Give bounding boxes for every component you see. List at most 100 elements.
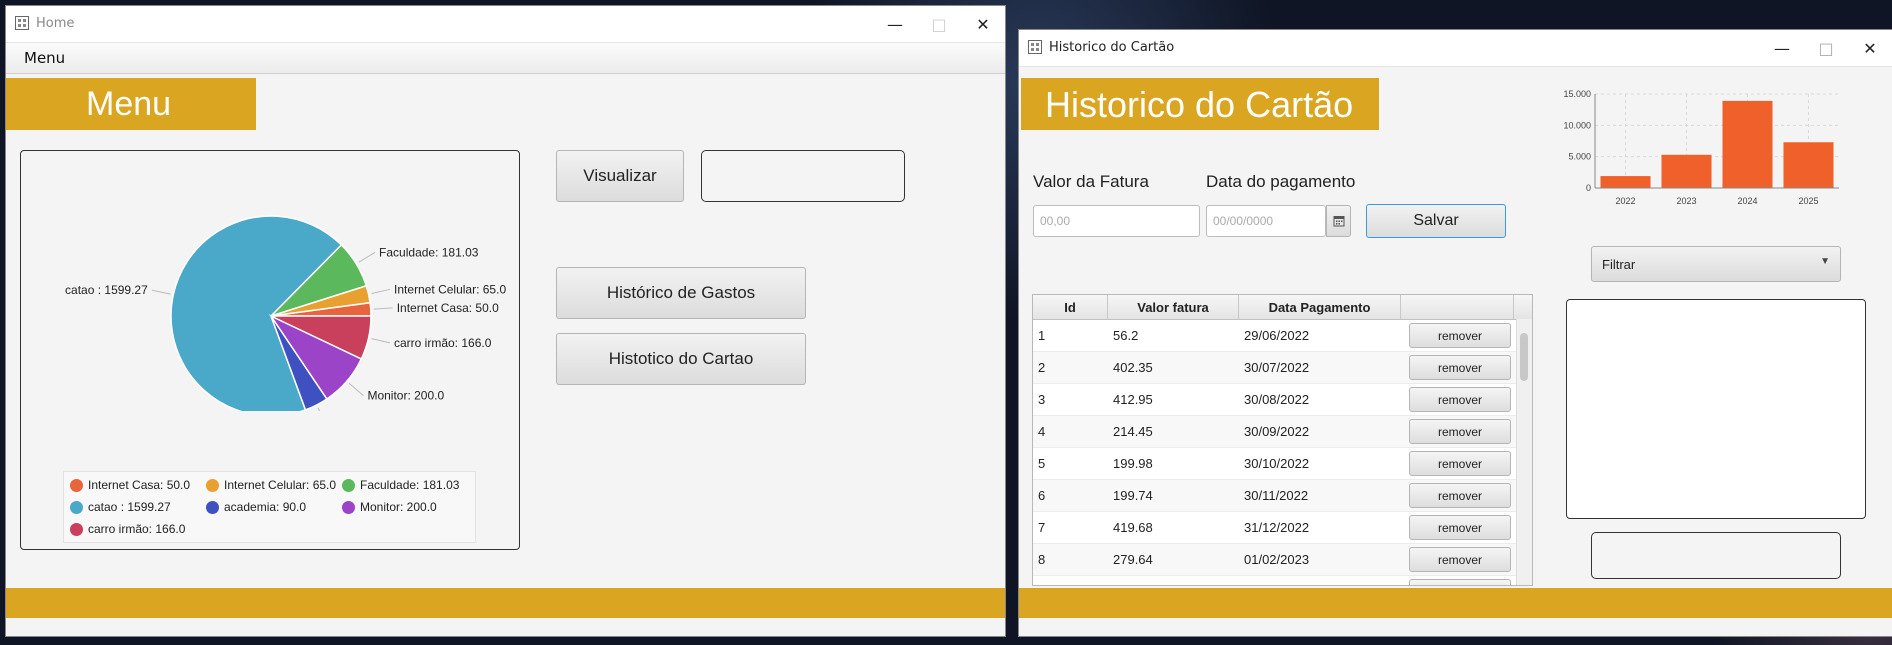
maximize-button[interactable]: □ <box>917 6 961 42</box>
filtrar-select[interactable]: Filtrar ▼ <box>1591 246 1841 282</box>
pie-slice-label: catao : 1599.27 <box>65 283 148 297</box>
pie-label-leader <box>373 307 393 310</box>
cell-valor: 199.74 <box>1113 488 1153 503</box>
legend-label: Internet Casa: 50.0 <box>88 478 191 492</box>
valor-fatura-input[interactable]: 00,00 <box>1033 205 1200 237</box>
home-window: Home — □ ✕ Menu Menu Internet Casa: 50.0… <box>6 6 1005 636</box>
pie-slice-label: Internet Casa: 50.0 <box>397 301 499 315</box>
y-tick-label: 15.000 <box>1563 89 1591 99</box>
page-banner: Historico do Cartão <box>1021 78 1379 130</box>
cell-valor: 402.35 <box>1113 360 1153 375</box>
close-button[interactable]: ✕ <box>1848 30 1892 66</box>
bar[interactable] <box>1783 142 1834 188</box>
scrollbar-thumb[interactable] <box>1520 333 1528 381</box>
cell-data: 30/09/2022 <box>1244 424 1310 439</box>
cell-data: 30/11/2022 <box>1244 488 1309 503</box>
cell-data: 30/08/2022 <box>1244 392 1310 407</box>
cell-data: 30/07/2022 <box>1244 360 1310 375</box>
legend-item: Internet Celular: 65.0 <box>206 478 336 492</box>
column-header-data[interactable]: Data Pagamento <box>1239 295 1401 319</box>
bar[interactable] <box>1722 100 1773 188</box>
remove-button[interactable]: remover <box>1409 451 1511 476</box>
remove-button[interactable]: remover <box>1409 419 1511 444</box>
remove-button[interactable]: remover <box>1409 323 1511 348</box>
cell-data: 31/12/2022 <box>1244 520 1310 535</box>
cell-valor: 419.68 <box>1113 520 1153 535</box>
x-tick-label: 2024 <box>1737 196 1757 206</box>
remove-button[interactable]: remover <box>1409 579 1511 585</box>
historico-cartao-button[interactable]: Histotico do Cartao <box>556 333 806 385</box>
cell-actions: remover <box>1401 384 1514 415</box>
close-button[interactable]: ✕ <box>961 6 1005 42</box>
bar[interactable] <box>1600 176 1651 188</box>
salvar-button[interactable]: Salvar <box>1366 204 1506 238</box>
table-row[interactable]: 1 56.2 29/06/2022 remover <box>1033 320 1532 352</box>
table-row[interactable]: 7 419.68 31/12/2022 remover <box>1033 512 1532 544</box>
cell-actions: remover <box>1401 320 1514 351</box>
cell-actions: remover <box>1401 576 1514 585</box>
remove-button[interactable]: remover <box>1409 355 1511 380</box>
legend-item: Faculdade: 181.03 <box>342 478 459 492</box>
visualizar-button[interactable]: Visualizar <box>556 150 684 202</box>
legend-swatch <box>70 478 83 492</box>
table-row[interactable]: 5 199.98 30/10/2022 remover <box>1033 448 1532 480</box>
table-row[interactable]: 9317.8927/02/2023 remover <box>1033 576 1532 585</box>
legend-label: carro irmão: 166.0 <box>88 522 186 536</box>
cell-id: 9 <box>1033 576 1108 585</box>
table-row[interactable]: 6 199.74 30/11/2022 remover <box>1033 480 1532 512</box>
window-title: Home <box>36 16 75 31</box>
historico-gastos-button[interactable]: Histórico de Gastos <box>556 267 806 319</box>
table-row[interactable]: 8 279.64 01/02/2023 remover <box>1033 544 1532 576</box>
pie-label-leader <box>358 251 376 263</box>
cell-id: 2 <box>1038 360 1046 375</box>
pie-label-leader <box>371 338 391 344</box>
legend-swatch <box>206 500 219 514</box>
y-tick-label: 5.000 <box>1568 152 1591 162</box>
bar-chart: 0 5.000 10.000 15.000 2022 2023 2024 2025 <box>1563 89 1839 206</box>
table-body: 1 56.2 29/06/2022 remover 2 402.35 30/07/2022 r… <box>1033 320 1532 585</box>
cell-id: 6 <box>1038 488 1046 503</box>
cell-valor: 317.89 <box>1108 576 1239 585</box>
info-textarea[interactable] <box>1566 299 1866 519</box>
cell-id: 3 <box>1038 392 1046 407</box>
minimize-button[interactable]: — <box>1760 30 1804 66</box>
pie-label-leader <box>371 288 391 294</box>
column-header-valor[interactable]: Valor fatura <box>1108 295 1239 319</box>
column-header-id[interactable]: Id <box>1033 295 1108 319</box>
y-tick-label: 10.000 <box>1563 120 1591 130</box>
pie-slice-label: Monitor: 200.0 <box>367 389 444 403</box>
pie-slice-label: carro irmão: 166.0 <box>394 336 492 350</box>
table-row[interactable]: 3 412.95 30/08/2022 remover <box>1033 384 1532 416</box>
cell-actions: remover <box>1401 352 1514 383</box>
bar[interactable] <box>1661 154 1712 188</box>
remove-button[interactable]: remover <box>1409 387 1511 412</box>
cell-valor: 412.95 <box>1113 392 1153 407</box>
pie-chart-panel: Internet Casa: 50.0 Internet Celular: 65.… <box>20 150 520 550</box>
result-field[interactable] <box>701 150 905 202</box>
column-header-actions[interactable] <box>1401 295 1514 319</box>
cell-actions: remover <box>1401 416 1514 447</box>
remove-button[interactable]: remover <box>1409 547 1511 572</box>
data-pagamento-input[interactable]: 00/00/0000 <box>1206 205 1326 237</box>
pie-slice-label: Faculdade: 181.03 <box>379 245 479 259</box>
table-row[interactable]: 2 402.35 30/07/2022 remover <box>1033 352 1532 384</box>
table-scrollbar[interactable] <box>1516 319 1532 585</box>
total-field[interactable] <box>1591 532 1841 579</box>
remove-button[interactable]: remover <box>1409 483 1511 508</box>
calendar-button[interactable] <box>1326 205 1351 237</box>
menu-item-menu[interactable]: Menu <box>24 49 65 67</box>
valor-fatura-label: Valor da Fatura <box>1033 172 1149 191</box>
legend-swatch <box>342 478 355 492</box>
x-tick-label: 2022 <box>1615 196 1635 206</box>
x-tick-label: 2023 <box>1676 196 1696 206</box>
cell-id: 8 <box>1038 552 1046 567</box>
pie-slice-label: Internet Celular: 65.0 <box>394 282 506 296</box>
cell-valor: 199.98 <box>1113 456 1153 471</box>
legend-swatch <box>70 500 83 514</box>
cell-actions: remover <box>1401 448 1514 479</box>
remove-button[interactable]: remover <box>1409 515 1511 540</box>
table-row[interactable]: 4 214.45 30/09/2022 remover <box>1033 416 1532 448</box>
minimize-button[interactable]: — <box>873 6 917 42</box>
x-tick-label: 2025 <box>1798 196 1818 206</box>
maximize-button[interactable]: □ <box>1804 30 1848 66</box>
